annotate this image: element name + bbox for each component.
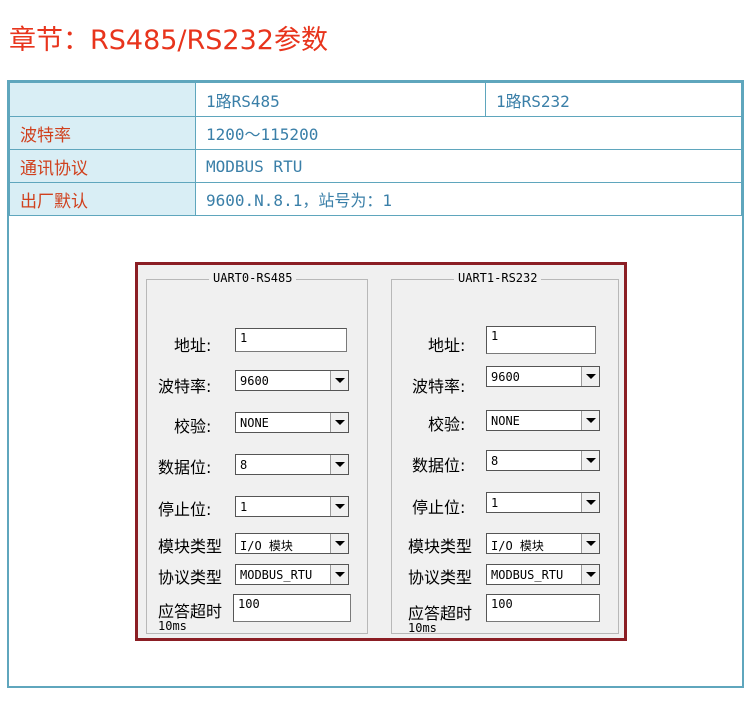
uart0-address-label: 地址: [174, 336, 212, 355]
row-label-protocol: 通讯协议 [9, 149, 196, 183]
header-cell-rs232: 1路RS232 [485, 82, 742, 117]
uart0-databits-label: 数据位: [158, 458, 212, 477]
uart1-group-title: UART1-RS232 [454, 271, 542, 285]
uart0-protocol-value: MODBUS_RTU [240, 568, 313, 582]
table-row: 波特率 1200～115200 [9, 116, 742, 150]
chevron-down-icon[interactable] [581, 493, 599, 512]
uart1-databits-select[interactable]: 8 [486, 450, 600, 471]
chevron-down-icon[interactable] [330, 371, 348, 390]
uart1-timeout-input[interactable]: 100 [486, 594, 600, 622]
uart0-baud-value: 9600 [240, 374, 269, 388]
uart0-protocol-label: 协议类型 [158, 568, 223, 587]
uart0-timeout-unit: 10ms [158, 619, 187, 633]
uart0-module-value: I/O 模块 [240, 539, 293, 553]
chevron-down-icon[interactable] [330, 413, 348, 432]
uart0-stopbits-label: 停止位: [158, 500, 212, 519]
table-header-row: 1路RS485 1路RS232 [9, 82, 742, 117]
uart0-timeout-input[interactable]: 100 [233, 594, 351, 622]
uart1-stopbits-label: 停止位: [412, 498, 466, 517]
page-title: 章节：RS485/RS232参数 [9, 25, 328, 56]
uart0-stopbits-select[interactable]: 1 [235, 496, 349, 517]
chevron-down-icon[interactable] [330, 455, 348, 474]
uart1-parity-value: NONE [491, 414, 520, 428]
chevron-down-icon[interactable] [330, 534, 348, 553]
table-row: 通讯协议 MODBUS RTU [9, 149, 742, 183]
uart1-stopbits-value: 1 [491, 496, 499, 510]
chevron-down-icon[interactable] [581, 534, 599, 553]
config-screenshot: UART0-RS485 地址: 1 波特率: 9600 校验: NONE 数据位… [135, 262, 627, 641]
uart0-group: UART0-RS485 地址: 1 波特率: 9600 校验: NONE 数据位… [146, 271, 368, 634]
uart0-baud-select[interactable]: 9600 [235, 370, 349, 391]
header-cell-rs485: 1路RS485 [195, 82, 486, 117]
row-value-protocol: MODBUS RTU [195, 149, 742, 183]
uart0-module-select[interactable]: I/O 模块 [235, 533, 349, 554]
uart1-baud-select[interactable]: 9600 [486, 366, 600, 387]
chevron-down-icon[interactable] [330, 565, 348, 584]
chevron-down-icon[interactable] [581, 411, 599, 430]
uart0-baud-label: 波特率: [158, 377, 212, 396]
uart1-timeout-unit: 10ms [408, 621, 437, 635]
uart1-stopbits-select[interactable]: 1 [486, 492, 600, 513]
chevron-down-icon[interactable] [581, 451, 599, 470]
row-value-baud: 1200～115200 [195, 116, 742, 150]
header-cell-empty [9, 82, 196, 117]
spec-table: 1路RS485 1路RS232 波特率 1200～115200 通讯协议 MOD… [9, 82, 742, 216]
uart0-parity-label: 校验: [174, 417, 212, 436]
uart1-parity-select[interactable]: NONE [486, 410, 600, 431]
uart0-stopbits-value: 1 [240, 500, 248, 514]
row-value-default: 9600.N.8.1，站号为：1 [195, 182, 742, 216]
uart1-baud-label: 波特率: [412, 377, 466, 396]
chevron-down-icon[interactable] [581, 367, 599, 386]
uart1-address-label: 地址: [428, 336, 466, 355]
row-label-baud: 波特率 [9, 116, 196, 150]
chevron-down-icon[interactable] [330, 497, 348, 516]
uart1-baud-value: 9600 [491, 370, 520, 384]
uart1-group: UART1-RS232 地址: 1 波特率: 9600 校验: NONE 数据位… [391, 271, 619, 635]
uart1-protocol-value: MODBUS_RTU [491, 568, 564, 582]
uart0-databits-value: 8 [240, 458, 248, 472]
chevron-down-icon[interactable] [581, 565, 599, 584]
table-row: 出厂默认 9600.N.8.1，站号为：1 [9, 182, 742, 216]
uart1-protocol-label: 协议类型 [408, 568, 473, 587]
uart1-address-input[interactable]: 1 [486, 326, 596, 354]
uart1-protocol-select[interactable]: MODBUS_RTU [486, 564, 600, 585]
uart0-group-title: UART0-RS485 [209, 271, 297, 285]
uart0-parity-value: NONE [240, 416, 269, 430]
uart1-module-value: I/O 模块 [491, 539, 544, 553]
uart1-module-label: 模块类型 [408, 537, 473, 556]
uart0-module-label: 模块类型 [158, 537, 223, 556]
uart1-databits-value: 8 [491, 454, 499, 468]
uart1-module-select[interactable]: I/O 模块 [486, 533, 600, 554]
uart0-parity-select[interactable]: NONE [235, 412, 349, 433]
row-label-default: 出厂默认 [9, 182, 196, 216]
uart1-databits-label: 数据位: [412, 456, 466, 475]
uart1-parity-label: 校验: [428, 415, 466, 434]
uart0-protocol-select[interactable]: MODBUS_RTU [235, 564, 349, 585]
uart0-databits-select[interactable]: 8 [235, 454, 349, 475]
uart0-address-input[interactable]: 1 [235, 328, 347, 352]
